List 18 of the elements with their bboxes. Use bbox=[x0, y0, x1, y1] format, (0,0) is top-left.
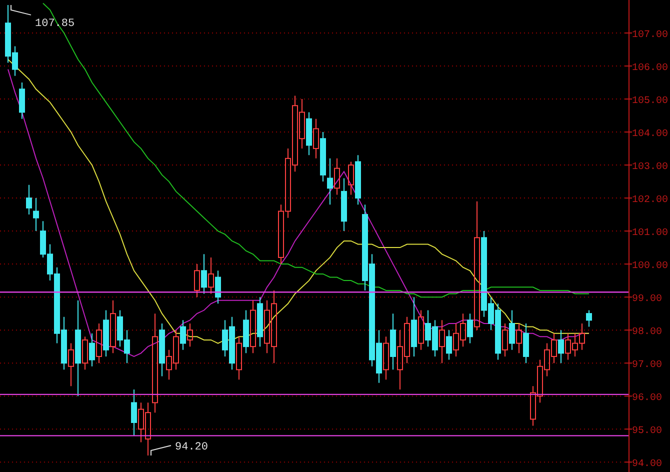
axis-label: 104.00 bbox=[632, 129, 668, 140]
axis-label: 101.00 bbox=[632, 228, 668, 240]
axis-label: 107.00 bbox=[632, 30, 668, 41]
axis-label: 98.00 bbox=[632, 327, 662, 338]
candlestick bbox=[19, 82, 25, 120]
axis-label: 102.00 bbox=[632, 195, 668, 206]
price-label: 94.20 bbox=[175, 442, 208, 454]
axis-label: 95.00 bbox=[632, 426, 662, 438]
axis-label: 103.00 bbox=[632, 162, 668, 174]
axis-label: 105.00 bbox=[632, 96, 668, 108]
leader-line bbox=[10, 4, 32, 16]
axis-label: 99.00 bbox=[632, 294, 662, 306]
leader-line bbox=[150, 445, 172, 456]
axis-label: 96.00 bbox=[632, 393, 662, 404]
axis-label: 94.00 bbox=[632, 459, 662, 470]
axis-label: 100.00 bbox=[632, 261, 668, 272]
axis-label: 106.00 bbox=[632, 63, 668, 74]
axis-label: 97.00 bbox=[632, 360, 662, 372]
